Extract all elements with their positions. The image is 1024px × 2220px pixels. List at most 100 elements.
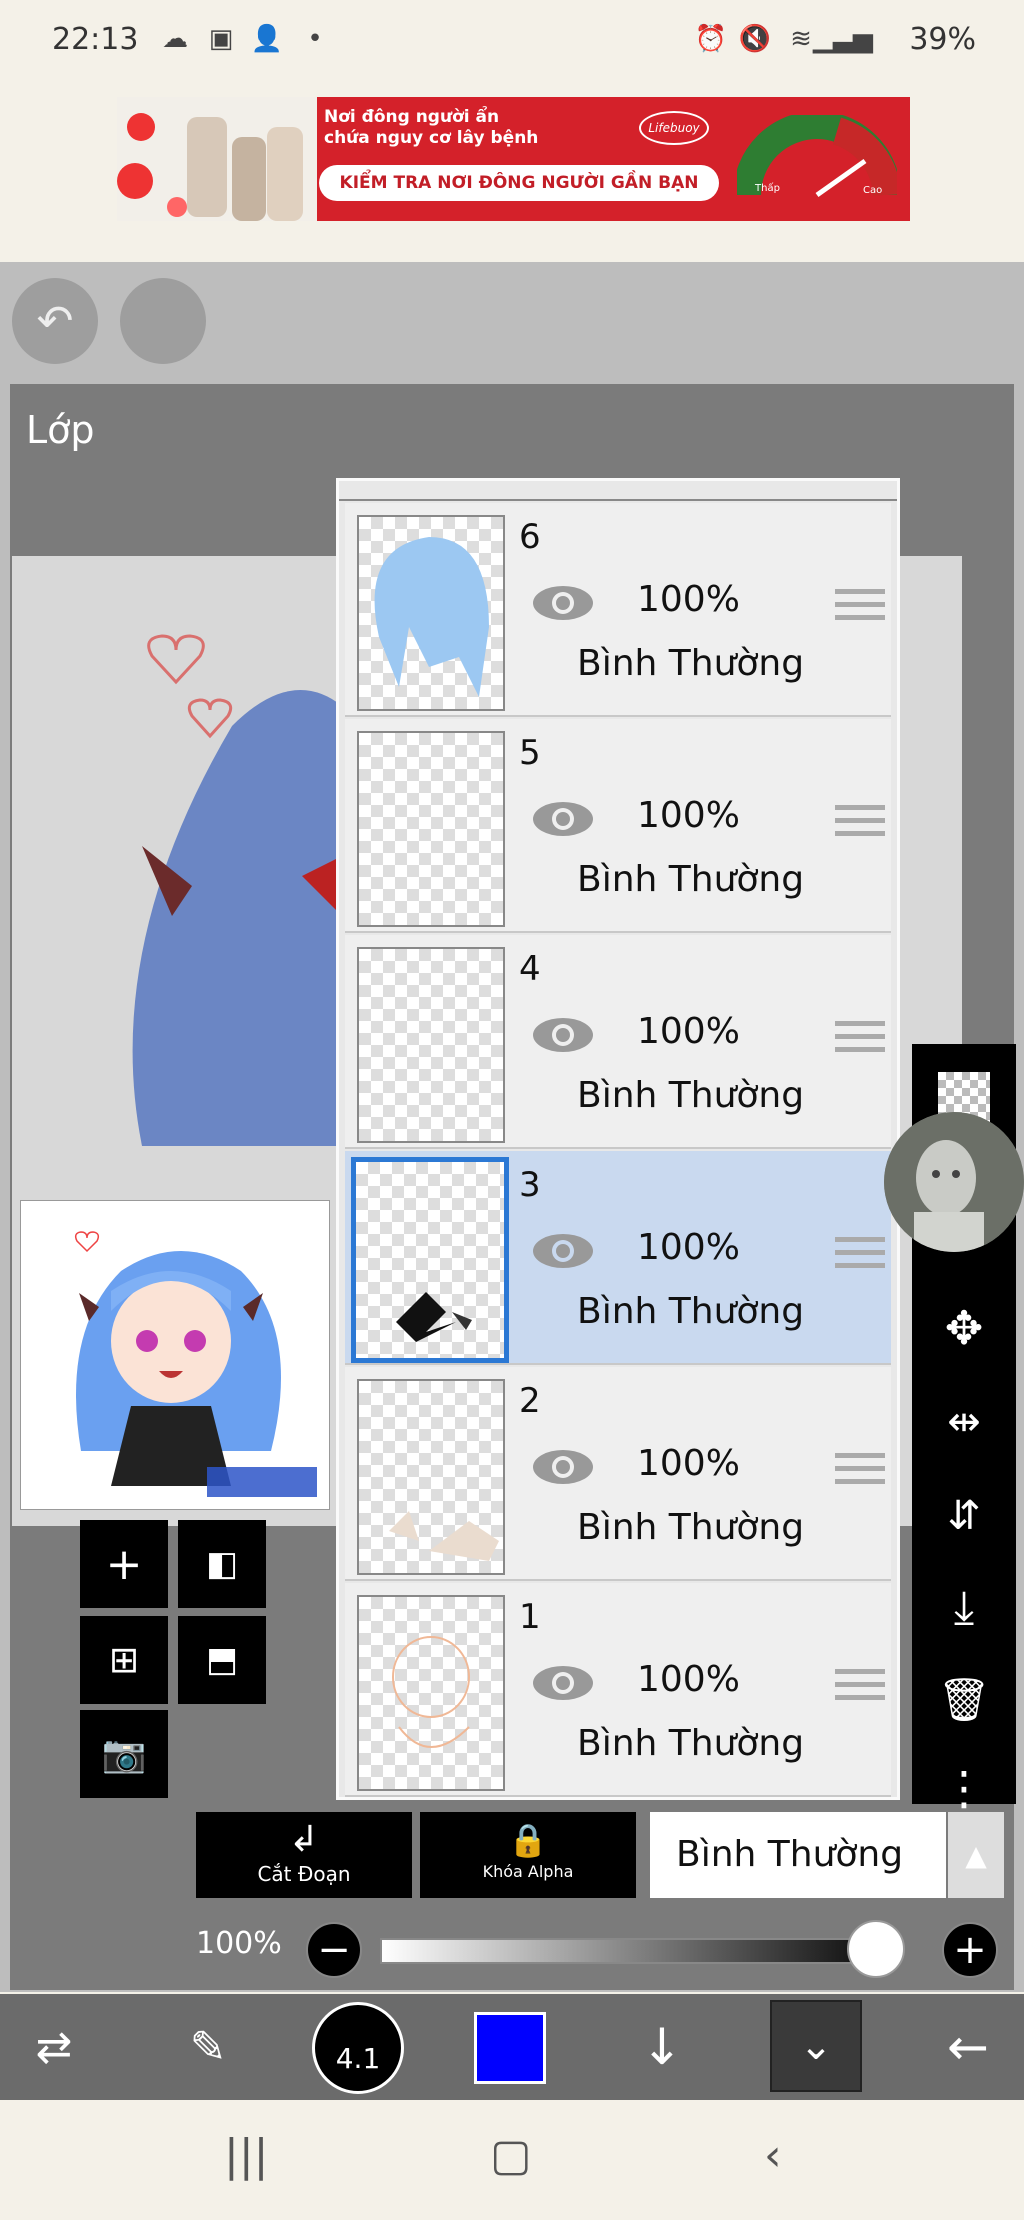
opacity-slider-knob[interactable] xyxy=(847,1920,905,1978)
blend-mode-select[interactable]: Bình Thường xyxy=(650,1812,946,1898)
layer-opacity: 100% xyxy=(637,1443,740,1484)
brush-size-button[interactable]: 4.1 xyxy=(312,2002,404,2094)
minus-icon: − xyxy=(317,1927,351,1973)
drag-handle-icon[interactable] xyxy=(835,1669,885,1709)
ad-headline: Nơi đông người ẩn chứa nguy cơ lây bệnh xyxy=(324,107,539,148)
layer-number: 6 xyxy=(519,517,541,557)
layer-blend-mode: Bình Thường xyxy=(577,1075,805,1116)
drag-handle-icon[interactable] xyxy=(835,1021,885,1061)
layer-row-6[interactable]: 6 100% Bình Thường xyxy=(345,503,891,717)
opacity-increase-button[interactable]: + xyxy=(942,1922,998,1978)
layer-opacity: 100% xyxy=(637,1227,740,1268)
scroll-down-button[interactable]: ↓ xyxy=(622,1994,702,2100)
color-swatch-button[interactable] xyxy=(474,2012,546,2084)
layer-blend-mode: Bình Thường xyxy=(577,643,805,684)
drag-handle-icon[interactable] xyxy=(835,589,885,629)
wifi-icon: ≋ xyxy=(790,24,812,54)
clip-arrow-icon: ↲ xyxy=(288,1819,320,1860)
system-back-button[interactable]: ‹ xyxy=(764,2130,782,2181)
undo-button[interactable]: ↶ xyxy=(12,278,98,364)
clipping-button[interactable]: ↲ Cắt Đoạn xyxy=(196,1812,412,1898)
eye-icon[interactable] xyxy=(531,799,595,839)
layer-panel-title: Lớp xyxy=(26,408,95,452)
flip-vertical-button[interactable]: ⬒ xyxy=(178,1616,266,1704)
flip-vertical-layer-button[interactable]: ⇵ xyxy=(912,1472,1016,1560)
alpha-lock-button[interactable]: 🔒 Khóa Alpha xyxy=(420,1812,636,1898)
status-time: 22:13 xyxy=(52,22,139,57)
opacity-decrease-button[interactable]: − xyxy=(306,1922,362,1978)
double-chevron-down-icon: ⌄ xyxy=(799,2023,833,2069)
cloud-icon: ☁ xyxy=(162,24,188,54)
layer-row-5[interactable]: 5 100% Bình Thường xyxy=(345,719,891,933)
floating-avatar[interactable] xyxy=(884,1112,1024,1252)
layer-row-2[interactable]: 2 100% Bình Thường xyxy=(345,1367,891,1581)
layer-list-header xyxy=(339,481,897,501)
layer-thumbnail xyxy=(357,947,505,1143)
recent-apps-button[interactable]: ||| xyxy=(224,2130,268,2181)
add-layer-copy-button[interactable]: ⊞ xyxy=(80,1616,168,1704)
flip-horizontal-icon: ◧ xyxy=(205,1544,239,1584)
tool-switch-button[interactable]: ⇄ xyxy=(14,1994,94,2100)
eye-icon[interactable] xyxy=(531,1447,595,1487)
back-button[interactable]: ← xyxy=(928,1994,1008,2100)
layer-thumbnail xyxy=(357,515,505,711)
reference-preview[interactable] xyxy=(20,1200,330,1510)
merge-down-button[interactable]: ⤓ xyxy=(912,1564,1016,1652)
layer-thumbnail xyxy=(357,1379,505,1575)
eye-icon[interactable] xyxy=(531,1663,595,1703)
ad-gauge-high: Cao xyxy=(863,185,882,196)
flip-horizontal-layer-button[interactable]: ⇹ xyxy=(912,1378,1016,1466)
drag-handle-icon[interactable] xyxy=(835,805,885,845)
layer-blend-mode: Bình Thường xyxy=(577,1723,805,1764)
layer-number: 1 xyxy=(519,1597,541,1637)
signal-icon: ▁▃▅ xyxy=(813,24,873,54)
home-button[interactable]: ▢ xyxy=(490,2130,532,2181)
flip-vertical-icon: ⇵ xyxy=(947,1493,981,1539)
move-button[interactable]: ✥ xyxy=(912,1284,1016,1372)
redo-button[interactable] xyxy=(120,278,206,364)
layer-row-4[interactable]: 4 100% Bình Thường xyxy=(345,935,891,1149)
alpha-lock-label: Khóa Alpha xyxy=(482,1862,574,1881)
avatar-image xyxy=(884,1112,1024,1252)
brush-button[interactable]: ✎ xyxy=(168,1994,248,2100)
flip-horizontal-button[interactable]: ◧ xyxy=(178,1520,266,1608)
add-layer-button[interactable]: + xyxy=(80,1520,168,1608)
flip-horizontal-icon: ⇹ xyxy=(947,1399,981,1445)
character-preview-image xyxy=(21,1201,329,1509)
battery-percent: 39% xyxy=(909,22,976,57)
layer-opacity: 100% xyxy=(637,579,740,620)
eye-icon[interactable] xyxy=(531,1015,595,1055)
eraser-swap-icon: ⇄ xyxy=(35,2021,73,2073)
opacity-label: 100% xyxy=(196,1926,282,1961)
layer-number: 2 xyxy=(519,1381,541,1421)
merge-down-icon: ⤓ xyxy=(953,1580,975,1634)
drag-handle-icon[interactable] xyxy=(835,1453,885,1493)
drag-handle-icon[interactable] xyxy=(835,1237,885,1277)
camera-button[interactable]: 📷 xyxy=(80,1710,168,1798)
layer-list[interactable]: 6 100% Bình Thường 5 100% Bình Thường 4 … xyxy=(336,478,900,1800)
eye-icon[interactable] xyxy=(531,583,595,623)
blend-mode-dropdown-button[interactable]: ▲ xyxy=(948,1812,1004,1898)
layers-button[interactable]: ⌄ xyxy=(770,2000,862,2092)
dot-icon: • xyxy=(307,24,323,54)
ad-cta-button[interactable]: KIỂM TRA NƠI ĐÔNG NGƯỜI GẦN BẠN xyxy=(319,165,719,201)
layer-row-1[interactable]: 1 100% Bình Thường xyxy=(345,1583,891,1797)
person-icon: 👤 xyxy=(250,24,284,54)
brush-icon: ✎ xyxy=(189,2021,227,2073)
delete-layer-button[interactable]: 🗑 xyxy=(912,1656,1016,1744)
opacity-slider[interactable] xyxy=(380,1938,900,1964)
layer-opacity: 100% xyxy=(637,795,740,836)
undo-icon: ↶ xyxy=(36,295,74,347)
ad-banner[interactable]: Nơi đông người ẩn chứa nguy cơ lây bệnh … xyxy=(117,97,910,221)
mute-icon: 🔇 xyxy=(738,24,772,54)
move-icon: ✥ xyxy=(944,1301,984,1355)
ad-gauge-low: Thấp xyxy=(754,182,780,194)
clipping-label: Cắt Đoạn xyxy=(257,1862,351,1886)
layer-number: 4 xyxy=(519,949,541,989)
ad-image xyxy=(117,97,317,221)
eye-icon[interactable] xyxy=(531,1231,595,1271)
layer-thumbnail xyxy=(351,1157,509,1363)
layer-thumbnail xyxy=(357,1595,505,1791)
ad-brand-logo: Lifebuoy xyxy=(639,111,709,145)
layer-row-3[interactable]: 3 100% Bình Thường xyxy=(345,1151,891,1365)
